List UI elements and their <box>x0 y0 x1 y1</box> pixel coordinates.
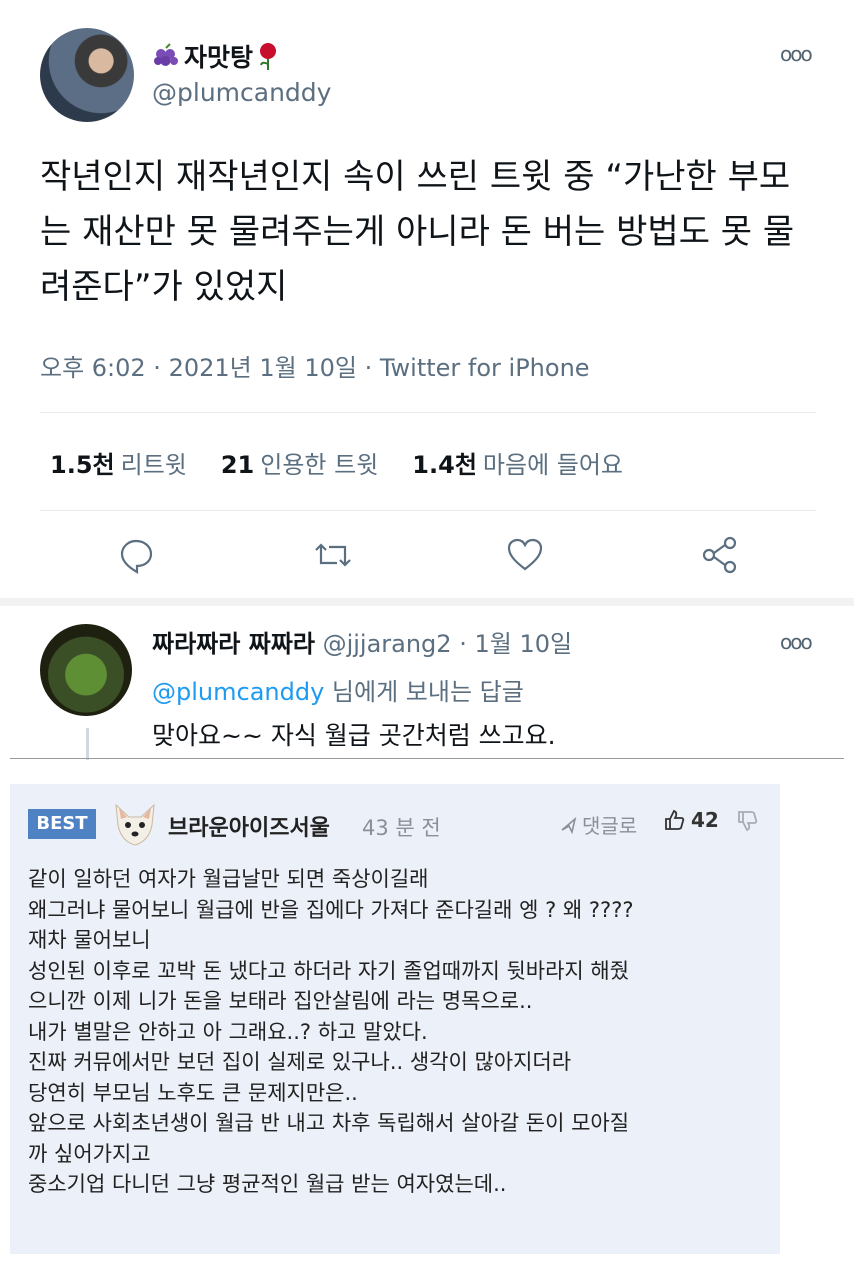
reply-arrow-icon <box>561 816 577 834</box>
dog-avatar-icon[interactable] <box>112 801 158 847</box>
divider <box>40 510 816 511</box>
thumbs-down-icon[interactable] <box>736 810 758 832</box>
comment-time: 43 분 전 <box>362 816 441 840</box>
share-icon[interactable] <box>700 535 740 579</box>
grape-emoji-icon <box>154 43 178 66</box>
retweet-icon[interactable] <box>313 535 353 579</box>
stat-quotes[interactable]: 21 인용한 트윗 <box>221 445 378 480</box>
reply-text: 맞아요~~ 자식 월급 곳간처럼 쓰고요. <box>152 721 556 750</box>
reply-header: 짜라짜라 짜짜라 @jjjarang2 · 1월 10일 <box>152 624 572 659</box>
reply-to-suffix: 님에게 보내는 답글 <box>324 678 524 706</box>
tweet-text: 작년인지 재작년인지 속이 쓰린 트윗 중 “가난한 부모는 재산만 못 물려주… <box>40 157 795 307</box>
stat-retweets[interactable]: 1.5천 리트윗 <box>50 445 187 480</box>
screenshot-separator <box>10 758 844 759</box>
like-count: 42 <box>691 808 719 832</box>
divider <box>40 412 816 413</box>
rose-emoji-icon <box>260 43 277 70</box>
tweet-stats: 1.5천 리트윗 21 인용한 트윗 1.4천 마음에 들어요 <box>50 445 623 480</box>
section-gap <box>0 598 854 606</box>
reply-author-handle[interactable]: @jjjarang2 <box>323 630 452 658</box>
tweet-meta: 오후 6:02 · 2021년 1월 10일 · Twitter for iPh… <box>40 354 590 382</box>
stat-likes[interactable]: 1.4천 마음에 들어요 <box>412 445 623 480</box>
comment-like-button[interactable]: 42 <box>663 808 719 832</box>
tweet-author-avatar[interactable] <box>40 28 134 122</box>
reply-author-avatar[interactable] <box>40 624 132 716</box>
comment-body: 같이 일하던 여자가 월급날만 되면 죽상이길래 왜그러냐 물어보니 월급에 반… <box>28 867 634 1196</box>
tweet-author-name-row[interactable]: 자맛탕 <box>152 38 279 74</box>
tweet-more-icon[interactable]: ooo <box>780 42 813 66</box>
tweet-action-bar <box>0 535 854 585</box>
reply-to-link[interactable]: @plumcanddy <box>152 678 324 706</box>
reply-date: · 1월 10일 <box>459 630 573 658</box>
best-badge: BEST <box>28 809 96 839</box>
thumbs-up-icon <box>665 809 685 830</box>
tweet-author-name: 자맛탕 <box>184 43 254 72</box>
reply-icon[interactable] <box>116 535 156 579</box>
reply-with-comment-button[interactable]: 댓글로 <box>560 810 637 839</box>
reply-to-line: @plumcanddy 님에게 보내는 답글 <box>152 672 524 707</box>
reply-more-icon[interactable]: ooo <box>780 630 813 654</box>
tweet-author-handle[interactable]: @plumcanddy <box>152 78 331 107</box>
thread-line <box>86 728 89 760</box>
reply-author-name[interactable]: 짜라짜라 짜짜라 <box>152 630 315 658</box>
comment-author[interactable]: 브라운아이즈서울 <box>168 810 330 842</box>
like-icon[interactable] <box>505 535 545 579</box>
